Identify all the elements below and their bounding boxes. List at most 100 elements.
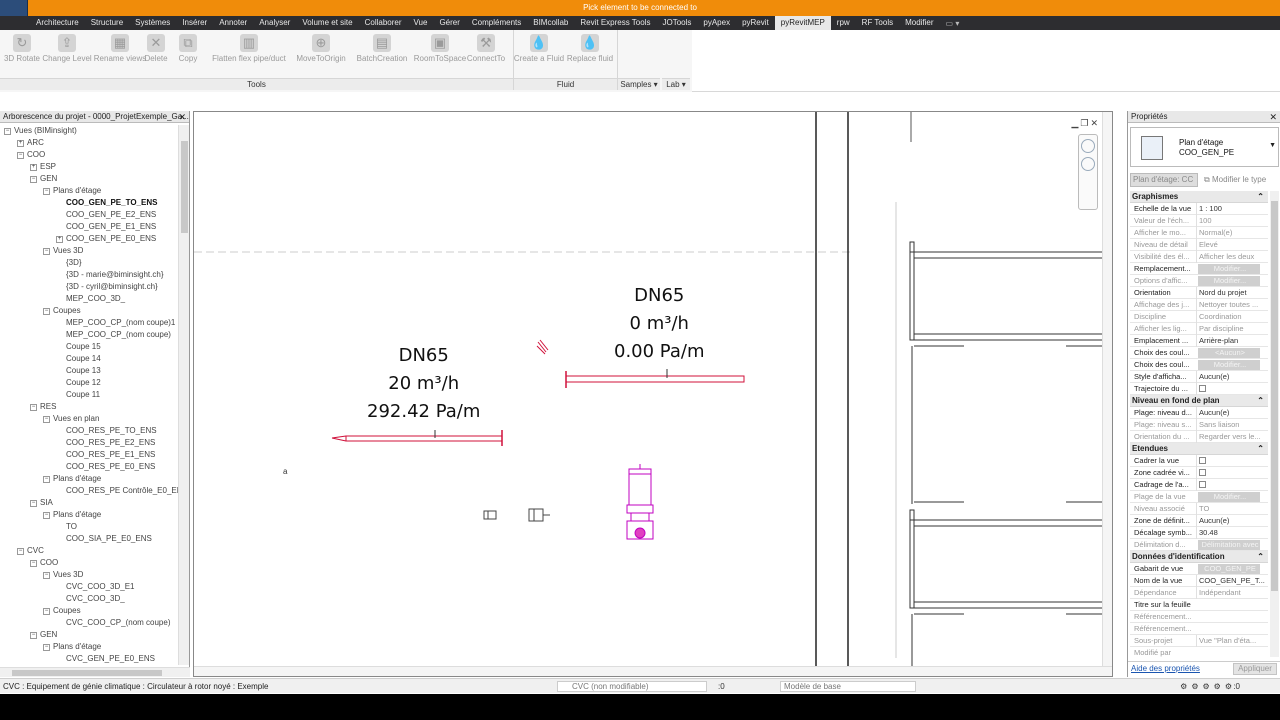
browser-item[interactable]: − COO	[17, 149, 45, 161]
browser-item[interactable]: TO	[66, 521, 77, 533]
property-edit-button[interactable]: Modifier...	[1198, 492, 1260, 502]
ribbon-button-roomtospace[interactable]: ▣ RoomToSpace	[412, 34, 468, 74]
property-value[interactable]: Aucun(e)	[1196, 515, 1268, 527]
pipe-segment-2[interactable]	[565, 369, 745, 388]
collapse-icon[interactable]: −	[17, 548, 24, 555]
browser-item[interactable]: + ESP	[30, 161, 56, 173]
browser-item[interactable]: COO_GEN_PE_TO_ENS	[66, 197, 157, 209]
property-edit-button[interactable]: Modifier...	[1198, 264, 1260, 274]
tab-syst-mes[interactable]: Systèmes	[129, 16, 176, 30]
expand-icon[interactable]: +	[30, 164, 37, 171]
property-edit-button[interactable]: Modifier...	[1198, 276, 1260, 286]
property-value[interactable]: 30.48	[1196, 527, 1268, 539]
tab-jotools[interactable]: JOTools	[656, 16, 697, 30]
ribbon-button-copy[interactable]: ⧉ Copy	[170, 34, 206, 74]
edit-type-button[interactable]: ⧉ Modifier le type	[1204, 173, 1266, 187]
steering-wheel-icon[interactable]	[1081, 139, 1095, 153]
property-section-header[interactable]: Données d'identification ⌃	[1130, 551, 1268, 563]
property-value[interactable]: Nettoyer toutes ...	[1196, 299, 1268, 311]
ribbon-button-batchcreation[interactable]: ▤ BatchCreation	[355, 34, 409, 74]
browser-item[interactable]: Coupe 15	[66, 341, 101, 353]
browser-item[interactable]: − Plans d'étage	[43, 185, 101, 197]
chevron-down-icon[interactable]: ▼	[1269, 142, 1276, 149]
browser-item[interactable]: − Vues 3D	[43, 569, 83, 581]
property-value[interactable]: Indépendant	[1196, 587, 1268, 599]
ribbon-button-rename-views[interactable]: ▦ Rename views	[92, 34, 148, 74]
ribbon-minimize-icon[interactable]: ▭ ▾	[940, 19, 966, 28]
panel-samples-dropdown[interactable]: Samples ▾	[618, 78, 660, 90]
tab-rf-tools[interactable]: RF Tools	[856, 16, 899, 30]
browser-item[interactable]: − Vues (BIMinsight)	[4, 125, 77, 137]
browser-item[interactable]: − GEN	[30, 629, 57, 641]
checkbox-icon[interactable]	[1199, 469, 1206, 476]
property-checkbox[interactable]	[1196, 383, 1268, 395]
browser-item[interactable]: Coupe 12	[66, 377, 101, 389]
property-value[interactable]: Sans liaison	[1196, 419, 1268, 431]
browser-item[interactable]: − Coupes	[43, 305, 81, 317]
browser-item[interactable]: − Plans d'étage	[43, 509, 101, 521]
browser-item[interactable]: − Vues en plan	[43, 413, 99, 425]
apply-button[interactable]: Appliquer	[1233, 663, 1277, 675]
property-value[interactable]: Vue "Plan d'éta...	[1196, 635, 1268, 647]
tab-rpw[interactable]: rpw	[831, 16, 856, 30]
browser-item[interactable]: COO_RES_PE_E2_ENS	[66, 437, 155, 449]
close-icon[interactable]: ✕	[1090, 118, 1100, 128]
ribbon-button-movetoorigin[interactable]: ⊕ MoveToOrigin	[292, 34, 350, 74]
browser-item[interactable]: COO_GEN_PE_E2_ENS	[66, 209, 156, 221]
canvas-horizontal-scrollbar[interactable]	[194, 666, 1112, 676]
browser-item[interactable]: − Vues 3D	[43, 245, 83, 257]
tab-volume-et-site[interactable]: Volume et site	[296, 16, 358, 30]
close-icon[interactable]: ✕	[178, 111, 186, 122]
collapse-icon[interactable]: −	[43, 188, 50, 195]
collapse-icon[interactable]: −	[43, 308, 50, 315]
pipe-2-tag[interactable]: DN65 0 m³/h 0.00 Pa/m	[614, 282, 704, 366]
browser-item[interactable]: − SIA	[30, 497, 53, 509]
tag-marker[interactable]	[536, 339, 549, 355]
tab-pyrevit[interactable]: pyRevit	[736, 16, 775, 30]
tab-structure[interactable]: Structure	[85, 16, 129, 30]
collapse-icon[interactable]: −	[30, 404, 37, 411]
browser-item[interactable]: COO_RES_PE_E1_ENS	[66, 449, 155, 461]
close-icon[interactable]: ✕	[1269, 111, 1277, 122]
checkbox-icon[interactable]	[1199, 481, 1206, 488]
type-selector[interactable]: Plan d'étage COO_GEN_PE ▼	[1130, 127, 1279, 167]
property-value[interactable]: Arrière-plan	[1196, 335, 1268, 347]
collapse-icon[interactable]: ⌃	[1257, 191, 1264, 203]
pipe-1-tag[interactable]: DN65 20 m³/h 292.42 Pa/m	[367, 342, 480, 426]
browser-item[interactable]: CVC_GEN_PE_E0_ENS	[66, 653, 155, 665]
workset-dropdown[interactable]: CVC (non modifiable)	[557, 681, 707, 692]
collapse-icon[interactable]: −	[30, 176, 37, 183]
ribbon-button-connectto[interactable]: ⚒ ConnectTo	[464, 34, 508, 74]
property-value[interactable]: Regarder vers le...	[1196, 431, 1268, 443]
property-value[interactable]: 1 : 100	[1196, 203, 1268, 215]
restore-icon[interactable]: ❐	[1080, 118, 1090, 128]
browser-item[interactable]: CVC_COO_3D_E1	[66, 581, 134, 593]
browser-item[interactable]: + ARC	[17, 137, 44, 149]
checkbox-icon[interactable]	[1199, 457, 1206, 464]
collapse-icon[interactable]: −	[17, 152, 24, 159]
tab-ins-rer[interactable]: Insérer	[176, 16, 213, 30]
expand-icon[interactable]: +	[17, 140, 24, 147]
browser-item[interactable]: {3D - cyril@biminsight.ch}	[66, 281, 158, 293]
tab-pyapex[interactable]: pyApex	[697, 16, 736, 30]
view-window-controls[interactable]: ▁❐✕	[1071, 118, 1100, 129]
browser-item[interactable]: − RES	[30, 401, 56, 413]
drawing-canvas[interactable]: DN65 20 m³/h 292.42 Pa/m DN65 0 m³/h 0.0…	[193, 111, 1113, 677]
browser-item[interactable]: CVC_COO_CP_(nom coupe)	[66, 617, 170, 629]
property-value[interactable]: Nord du projet	[1196, 287, 1268, 299]
collapse-icon[interactable]: −	[30, 500, 37, 507]
design-option-dropdown[interactable]: Modèle de base	[780, 681, 916, 692]
property-checkbox[interactable]	[1196, 455, 1268, 467]
property-edit-button[interactable]: COO_GEN_PE	[1198, 564, 1260, 574]
ribbon-button-3d-rotate[interactable]: ↻ 3D Rotate	[0, 34, 44, 74]
property-value[interactable]: Elevé	[1196, 239, 1268, 251]
panel-lab-dropdown[interactable]: Lab ▾	[662, 78, 690, 90]
tab-compl-ments[interactable]: Compléments	[466, 16, 527, 30]
browser-item[interactable]: − Plans d'étage	[43, 641, 101, 653]
collapse-icon[interactable]: −	[4, 128, 11, 135]
browser-item[interactable]: COO_RES_PE_E0_ENS	[66, 461, 155, 473]
collapse-icon[interactable]: −	[43, 512, 50, 519]
collapse-icon[interactable]: −	[43, 248, 50, 255]
browser-item[interactable]: COO_SIA_PE_E0_ENS	[66, 533, 152, 545]
property-value[interactable]: Par discipline	[1196, 323, 1268, 335]
